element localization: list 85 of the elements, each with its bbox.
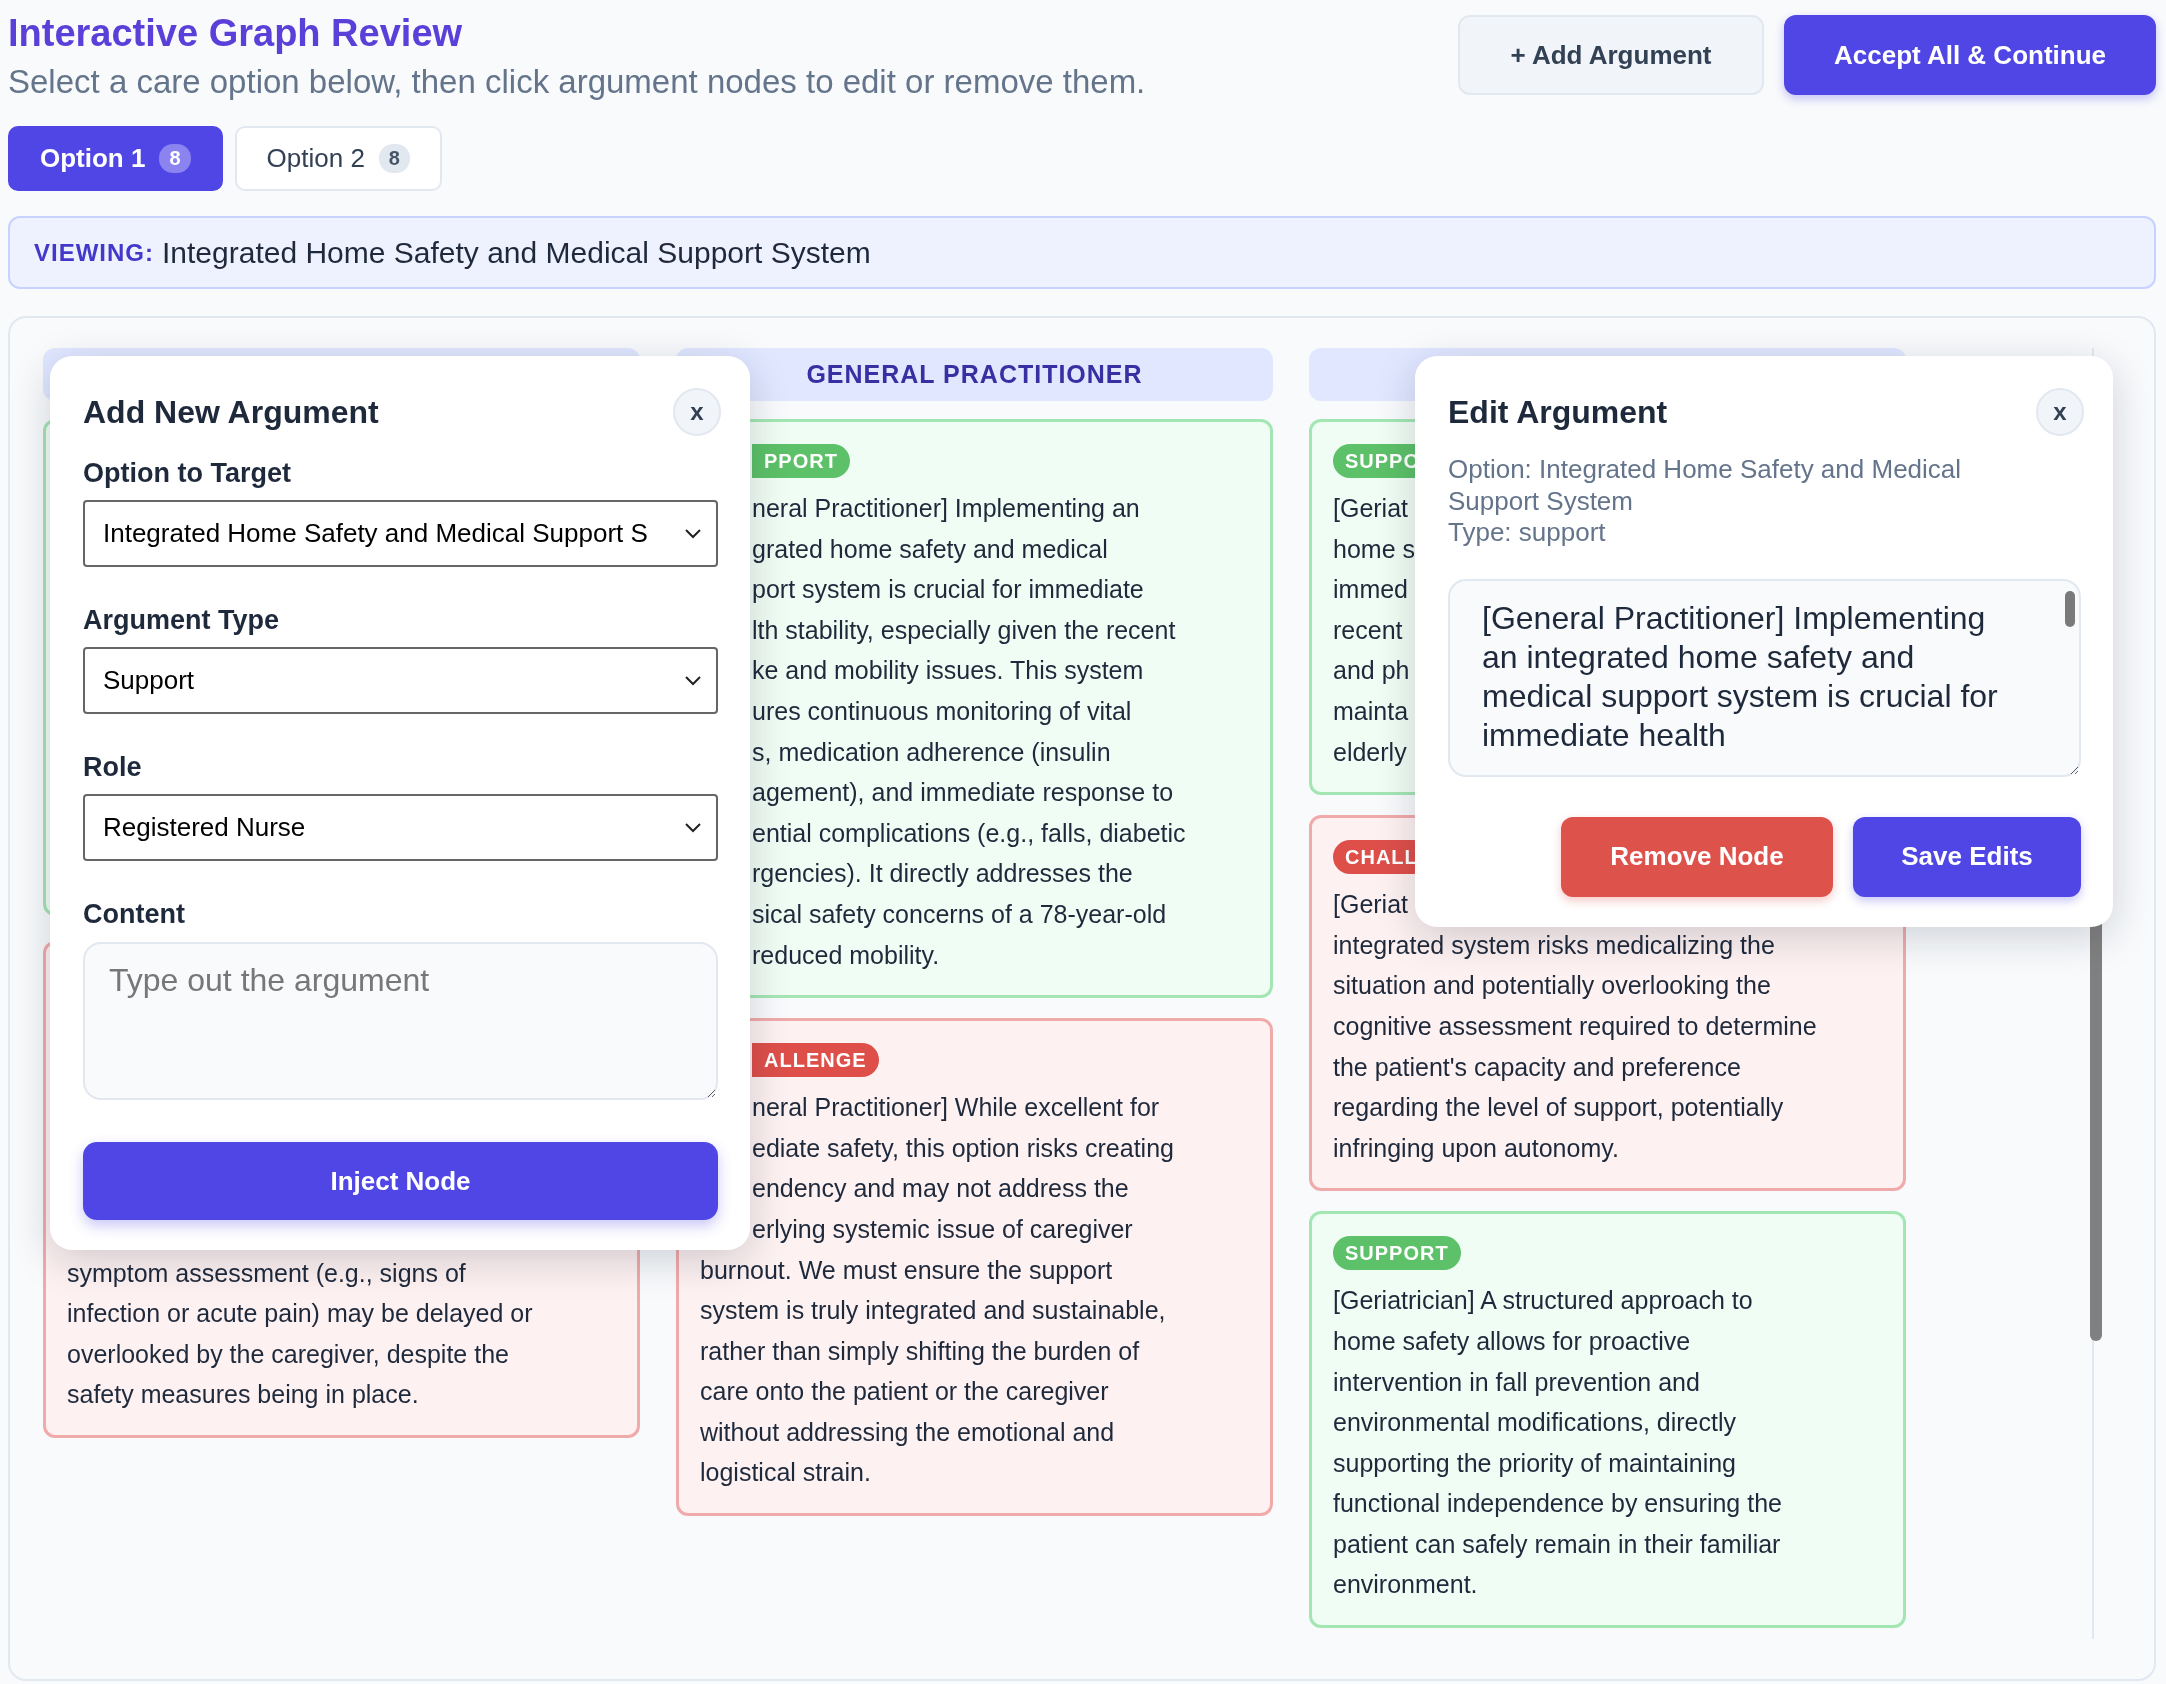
argument-text: situation and potentially overlooking the bbox=[1333, 970, 1771, 1002]
field-label: Option to Target bbox=[83, 457, 292, 490]
dialog-title: Edit Argument bbox=[1448, 393, 1668, 432]
argument-text: logistical strain. bbox=[700, 1457, 871, 1489]
argument-text: lth stability, especially given the recent bbox=[751, 614, 1176, 646]
accept-all-button[interactable]: Accept All & Continue bbox=[1784, 15, 2156, 95]
argument-text: overlooked by the caregiver, despite the bbox=[67, 1338, 509, 1370]
argument-text: ures continuous monitoring of vital bbox=[751, 695, 1132, 727]
page-subtitle: Select a care option below, then click argument nodes to edit or remove them. bbox=[8, 64, 1146, 100]
argument-text: intervention in fall prevention and bbox=[1333, 1366, 1700, 1398]
option-tab[interactable]: Option 2 8 bbox=[234, 126, 442, 191]
argument-text: supporting the priority of maintaining bbox=[1333, 1447, 1736, 1479]
argument-text: immed bbox=[1333, 574, 1408, 606]
add-argument-button[interactable]: + Add Argument bbox=[1458, 15, 1764, 95]
close-button[interactable]: x bbox=[673, 388, 721, 436]
argument-text: neral Practitioner] Implementing an bbox=[751, 493, 1140, 524]
argument-text: burnout. We must ensure the support bbox=[700, 1254, 1113, 1286]
remove-node-button[interactable]: Remove Node bbox=[1561, 816, 1833, 897]
argument-text: reduced mobility. bbox=[751, 939, 940, 971]
dropdown-field[interactable]: Integrated Home Safety and Medical Support S bbox=[83, 500, 718, 567]
argument-text: rgencies). It directly addresses the bbox=[751, 858, 1133, 890]
type-badge: PPORT bbox=[752, 444, 850, 478]
argument-text: infection or acute pain) may be delayed or bbox=[67, 1298, 533, 1330]
inject-node-button[interactable]: Inject Node bbox=[83, 1142, 718, 1220]
save-edits-button[interactable]: Save Edits bbox=[1853, 816, 2081, 897]
argument-text: infringing upon autonomy. bbox=[1333, 1132, 1619, 1164]
argument-text: ential complications (e.g., falls, diabetic bbox=[751, 817, 1186, 849]
argument-text: regarding the level of support, potentially bbox=[1333, 1092, 1784, 1124]
argument-text: agement), and immediate response to bbox=[751, 777, 1174, 809]
chevron-icon bbox=[684, 821, 702, 834]
content-field[interactable]: [General Practitioner] Implementing an integrated home safety and medical support system is crucial for immediate health bbox=[1448, 578, 2081, 777]
argument-info: Type: support bbox=[1448, 517, 1607, 549]
dropdown-field[interactable]: Support bbox=[83, 647, 718, 714]
chevron-icon bbox=[684, 527, 702, 540]
argument-text: cognitive assessment required to determine bbox=[1333, 1010, 1817, 1042]
viewing-value: Integrated Home Safety and Medical Support System bbox=[162, 235, 871, 270]
type-badge: ALLENGE bbox=[752, 1043, 879, 1078]
argument-text: safety measures being in place. bbox=[67, 1379, 419, 1411]
type-badge: SUPPORT bbox=[1333, 1236, 1461, 1271]
chevron-icon bbox=[684, 674, 702, 687]
argument-text: functional independence by ensuring the bbox=[1333, 1488, 1782, 1520]
field-label: Argument Type bbox=[83, 604, 280, 637]
argument-text: [Geriat bbox=[1333, 889, 1409, 921]
argument-text: recent bbox=[1333, 614, 1403, 646]
argument-text: home s bbox=[1333, 533, 1415, 565]
argument-text: without addressing the emotional and bbox=[700, 1416, 1115, 1448]
argument-text: home safety allows for proactive bbox=[1333, 1325, 1691, 1357]
argument-card[interactable] bbox=[676, 1018, 1273, 1517]
page-title: Interactive Graph Review bbox=[8, 11, 464, 56]
argument-info: Option: Integrated Home Safety and Medical Support System bbox=[1448, 454, 1963, 517]
argument-text: environment. bbox=[1333, 1569, 1478, 1601]
argument-text: endency and may not address the bbox=[751, 1173, 1129, 1205]
argument-text: grated home safety and medical bbox=[751, 533, 1108, 565]
argument-text: care onto the patient or the caregiver bbox=[700, 1376, 1109, 1408]
argument-text: erlying systemic issue of caregiver bbox=[751, 1213, 1133, 1245]
content-field[interactable]: Type out the argument bbox=[83, 942, 718, 1100]
argument-text: environmental modifications, directly bbox=[1333, 1407, 1736, 1439]
field-label: Role bbox=[83, 751, 143, 784]
scrollbar-thumb[interactable] bbox=[2065, 590, 2075, 627]
argument-text: the patient's capacity and preference bbox=[1333, 1051, 1741, 1083]
option-tab[interactable]: Option 1 8 bbox=[8, 126, 223, 191]
argument-text: ke and mobility issues. This system bbox=[751, 655, 1144, 687]
argument-text: mainta bbox=[1333, 695, 1409, 727]
field-label: Content bbox=[83, 898, 186, 931]
close-button[interactable]: x bbox=[2036, 388, 2084, 436]
argument-text: [Geriat bbox=[1333, 493, 1409, 524]
viewing-label: VIEWING: bbox=[34, 238, 154, 267]
argument-text: patient can safely remain in their familiar bbox=[1333, 1528, 1781, 1560]
argument-text: and ph bbox=[1333, 655, 1410, 687]
argument-text: port system is crucial for immediate bbox=[751, 574, 1144, 606]
dialog-title: Add New Argument bbox=[83, 393, 379, 432]
argument-text: system is truly integrated and sustainable, bbox=[700, 1295, 1166, 1327]
argument-text: elderly bbox=[1333, 736, 1407, 768]
count-badge: 8 bbox=[378, 144, 410, 173]
argument-text: [Geriatrician] A structured approach to bbox=[1333, 1285, 1753, 1317]
argument-text: neral Practitioner] While excellent for bbox=[751, 1092, 1160, 1124]
count-badge: 8 bbox=[159, 144, 191, 173]
argument-text: ediate safety, this option risks creating bbox=[751, 1132, 1174, 1164]
argument-text: sical safety concerns of a 78-year-old bbox=[751, 898, 1167, 930]
argument-text: symptom assessment (e.g., signs of bbox=[67, 1257, 466, 1289]
dropdown-field[interactable]: Registered Nurse bbox=[83, 794, 718, 861]
argument-text: integrated system risks medicalizing the bbox=[1333, 929, 1775, 961]
argument-text: s, medication adherence (insulin bbox=[751, 736, 1111, 768]
argument-text: rather than simply shifting the burden of bbox=[700, 1335, 1140, 1367]
argument-card[interactable] bbox=[1309, 1211, 1906, 1629]
